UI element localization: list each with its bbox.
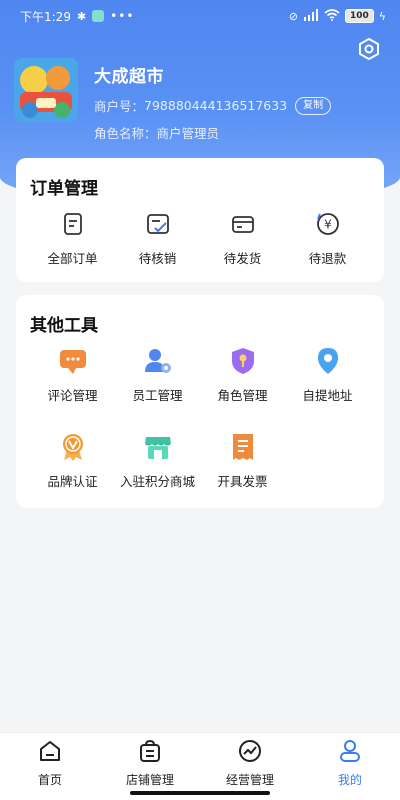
merchant-label: 商户号： [94, 99, 145, 114]
wifi-icon [324, 8, 340, 24]
pickup-address-item[interactable]: 自提地址 [285, 346, 370, 410]
tab-mine-label: 我的 [337, 773, 362, 787]
invoice-icon [228, 432, 258, 462]
points-mall-label: 入驻积分商城 [119, 474, 195, 489]
chart-icon [238, 739, 262, 767]
svg-text:¥: ¥ [324, 218, 332, 232]
brand-medal-icon [58, 432, 88, 462]
pending-ship-item[interactable]: 待发货 [200, 209, 285, 273]
profile-section: 大成超市 商户号： 798880444136517633 复制 角色名称：商户管… [14, 58, 332, 142]
brand-certification-label: 品牌认证 [47, 474, 98, 489]
comment-management-item[interactable]: 评论管理 [30, 346, 115, 410]
role-shield-icon [228, 346, 258, 376]
signal-icon [303, 8, 319, 24]
all-orders-item[interactable]: 全部订单 [30, 209, 115, 273]
pending-refund-item[interactable]: ¥ 待退款 [285, 209, 370, 273]
staff-management-label: 员工管理 [132, 388, 183, 403]
settings-gear-icon[interactable] [356, 36, 382, 62]
tab-mine[interactable]: 我的 [300, 733, 400, 800]
box-icon [228, 209, 258, 239]
pending-refund-label: 待退款 [308, 251, 347, 266]
points-mall-item[interactable]: 入驻积分商城 [115, 432, 200, 496]
profile-icon [338, 739, 362, 767]
battery-indicator: 100 [344, 9, 374, 23]
home-indicator[interactable] [130, 791, 270, 795]
pending-verify-label: 待核销 [138, 251, 177, 266]
silent-icon: ⊘ [288, 9, 298, 23]
staff-management-item[interactable]: 员工管理 [115, 346, 200, 410]
order-management-card: 订单管理 全部订单 待核销 待发货 ¥ 待退款 [16, 158, 384, 282]
points-store-icon [143, 432, 173, 462]
charging-icon: ϟ [378, 9, 386, 23]
tab-shop-management[interactable]: 店铺管理 [100, 733, 200, 800]
bottom-tab-bar: 首页 店铺管理 经营管理 我的 [0, 732, 400, 800]
tab-home[interactable]: 首页 [0, 733, 100, 800]
pending-verify-item[interactable]: 待核销 [115, 209, 200, 273]
order-management-title: 订单管理 [30, 179, 98, 199]
role-value: 商户管理员 [156, 126, 220, 141]
all-orders-label: 全部订单 [47, 251, 98, 266]
tab-shop-management-label: 店铺管理 [125, 773, 174, 787]
other-tools-title: 其他工具 [30, 316, 98, 336]
issue-invoice-label: 开具发票 [217, 474, 268, 489]
store-avatar[interactable] [14, 58, 78, 122]
app-notification-icon [92, 10, 105, 22]
store-name: 大成超市 [94, 67, 164, 87]
tab-business-management-label: 经营管理 [225, 773, 274, 787]
status-bar: 下午1:29 ✱ ••• ⊘ 100 ϟ [0, 0, 400, 32]
comment-icon [58, 346, 88, 376]
refund-icon: ¥ [313, 209, 343, 239]
other-tools-card: 其他工具 评论管理 员工管理 角色管理 自提地址 品牌认证 入驻积分商城 开具发… [16, 295, 384, 508]
role-management-item[interactable]: 角色管理 [200, 346, 285, 410]
merchant-number-row: 商户号： 798880444136517633 复制 [94, 96, 332, 115]
home-icon [38, 739, 62, 767]
more-notifications-icon: ••• [110, 9, 135, 23]
role-management-label: 角色管理 [217, 388, 268, 403]
document-icon [58, 209, 88, 239]
checklist-icon [143, 209, 173, 239]
pending-ship-label: 待发货 [223, 251, 262, 266]
pickup-address-label: 自提地址 [302, 388, 353, 403]
comment-management-label: 评论管理 [47, 388, 98, 403]
role-row: 角色名称：商户管理员 [94, 123, 331, 142]
merchant-number: 798880444136517633 [144, 98, 288, 113]
copy-button[interactable]: 复制 [295, 96, 332, 115]
brand-certification-item[interactable]: 品牌认证 [30, 432, 115, 496]
role-label: 角色名称： [94, 126, 157, 141]
tab-business-management[interactable]: 经营管理 [200, 733, 300, 800]
issue-invoice-item[interactable]: 开具发票 [200, 432, 285, 496]
bluetooth-icon: ✱ [76, 9, 87, 23]
staff-icon [143, 346, 173, 376]
tab-home-label: 首页 [37, 773, 62, 787]
status-time: 下午1:29 [20, 9, 71, 24]
shop-icon [138, 739, 162, 767]
location-pin-icon [313, 346, 343, 376]
